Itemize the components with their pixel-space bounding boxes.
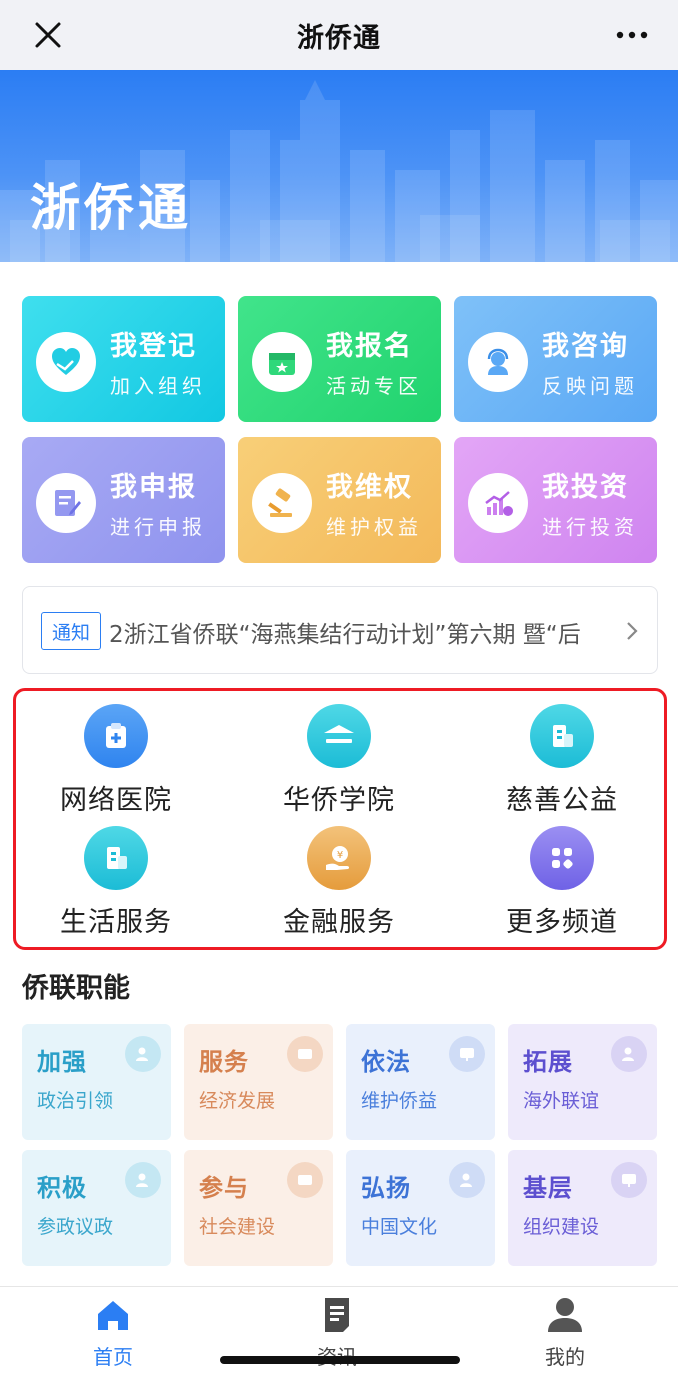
section-title: 侨联职能 — [22, 973, 130, 1004]
service-label: 更多频道 — [506, 907, 618, 938]
tile-subtitle: 进行投资 — [542, 515, 638, 539]
tile-title: 我申报 — [110, 472, 197, 503]
function-card[interactable]: 加强 政治引领 — [22, 1024, 171, 1140]
user-plus-icon — [125, 1162, 161, 1198]
notice-bar[interactable]: 通知 2浙江省侨联“海燕集结行动计划”第六期 暨“后 — [22, 586, 658, 674]
edit-form-icon — [36, 473, 96, 533]
nav-title: 浙侨通 — [297, 22, 381, 54]
card-title: 服务 — [199, 1048, 249, 1076]
board-icon — [449, 1036, 485, 1072]
tab-home[interactable]: 首页 — [53, 1295, 173, 1373]
building-icon — [84, 826, 148, 890]
card-subtitle: 维护侨益 — [361, 1090, 438, 1112]
tile-subtitle: 活动专区 — [326, 374, 422, 398]
service-online-hospital[interactable]: 网络医院 — [16, 704, 216, 822]
tile-invest[interactable]: 我投资 进行投资 — [454, 437, 657, 563]
service-label: 金融服务 — [283, 907, 395, 938]
card-subtitle: 中国文化 — [361, 1216, 438, 1238]
medical-clipboard-icon — [84, 704, 148, 768]
notice-text: 2浙江省侨联“海燕集结行动计划”第六期 暨“后 — [109, 622, 581, 648]
banner: 浙侨通 — [0, 70, 678, 262]
service-finance[interactable]: ¥ 金融服务 — [239, 826, 439, 944]
function-card[interactable]: 拓展 海外联谊 — [508, 1024, 657, 1140]
function-card[interactable]: 服务 经济发展 — [184, 1024, 333, 1140]
board-icon — [611, 1162, 647, 1198]
card-title: 基层 — [523, 1174, 573, 1202]
home-icon — [98, 1301, 128, 1330]
card-subtitle: 海外联谊 — [523, 1090, 600, 1112]
school-roof-icon — [307, 704, 371, 768]
function-card[interactable]: 基层 组织建设 — [508, 1150, 657, 1266]
card-subtitle: 经济发展 — [199, 1090, 276, 1112]
notice-tag: 通知 — [41, 612, 101, 650]
service-label: 慈善公益 — [506, 785, 618, 816]
tile-subtitle: 维护权益 — [326, 515, 422, 539]
card-id-icon — [287, 1162, 323, 1198]
service-overseas-academy[interactable]: 华侨学院 — [239, 704, 439, 822]
document-icon — [325, 1298, 349, 1332]
close-icon[interactable] — [30, 17, 66, 53]
tile-title: 我报名 — [326, 331, 413, 362]
tile-consult[interactable]: 我咨询 反映问题 — [454, 296, 657, 422]
tile-title: 我投资 — [542, 472, 629, 503]
tile-declare[interactable]: 我申报 进行申报 — [22, 437, 225, 563]
tile-title: 我登记 — [110, 331, 197, 362]
card-subtitle: 参政议政 — [37, 1216, 114, 1238]
more-dots-icon[interactable] — [614, 22, 650, 48]
tile-signup[interactable]: 我报名 活动专区 — [238, 296, 441, 422]
card-title: 参与 — [199, 1174, 249, 1202]
service-more-channels[interactable]: 更多频道 — [462, 826, 662, 944]
tile-rights[interactable]: 我维权 维护权益 — [238, 437, 441, 563]
grid-apps-icon — [530, 826, 594, 890]
heart-hands-icon — [36, 332, 96, 392]
gavel-icon — [252, 473, 312, 533]
user-plus-icon — [611, 1036, 647, 1072]
tab-mine[interactable]: 我的 — [505, 1295, 625, 1373]
card-subtitle: 社会建设 — [199, 1216, 276, 1238]
service-label: 华侨学院 — [283, 785, 395, 816]
svg-text:¥: ¥ — [337, 850, 343, 861]
tab-label: 我的 — [545, 1345, 585, 1369]
function-card[interactable]: 弘扬 中国文化 — [346, 1150, 495, 1266]
tile-subtitle: 加入组织 — [110, 374, 206, 398]
user-plus-icon — [125, 1036, 161, 1072]
building-icon — [530, 704, 594, 768]
tile-title: 我咨询 — [542, 331, 629, 362]
card-id-icon — [287, 1036, 323, 1072]
calendar-star-icon — [252, 332, 312, 392]
headset-icon — [468, 332, 528, 392]
tile-subtitle: 反映问题 — [542, 374, 638, 398]
nav-bar: 浙侨通 — [0, 0, 678, 70]
card-title: 拓展 — [523, 1048, 573, 1076]
tile-subtitle: 进行申报 — [110, 515, 206, 539]
service-label: 生活服务 — [60, 907, 172, 938]
tile-register[interactable]: 我登记 加入组织 — [22, 296, 225, 422]
service-label: 网络医院 — [60, 785, 172, 816]
card-title: 依法 — [361, 1048, 411, 1076]
function-card[interactable]: 积极 参政议政 — [22, 1150, 171, 1266]
service-charity[interactable]: 慈善公益 — [462, 704, 662, 822]
function-card[interactable]: 参与 社会建设 — [184, 1150, 333, 1266]
banner-brand: 浙侨通 — [30, 179, 192, 237]
service-life[interactable]: 生活服务 — [16, 826, 216, 944]
function-card[interactable]: 依法 维护侨益 — [346, 1024, 495, 1140]
card-title: 加强 — [37, 1048, 87, 1076]
tab-label: 首页 — [93, 1345, 133, 1369]
home-indicator — [220, 1356, 460, 1364]
card-subtitle: 组织建设 — [523, 1216, 600, 1238]
invest-chart-icon — [468, 473, 528, 533]
card-subtitle: 政治引领 — [37, 1090, 114, 1112]
user-plus-icon — [449, 1162, 485, 1198]
user-icon — [548, 1298, 582, 1332]
tile-title: 我维权 — [326, 472, 413, 503]
card-title: 弘扬 — [361, 1174, 411, 1202]
chevron-right-icon — [627, 622, 638, 640]
services-grid: 网络医院 华侨学院 慈善公益 生活服务 ¥ 金融服务 更多频道 — [13, 688, 667, 950]
money-hand-icon: ¥ — [307, 826, 371, 890]
card-title: 积极 — [37, 1174, 87, 1202]
